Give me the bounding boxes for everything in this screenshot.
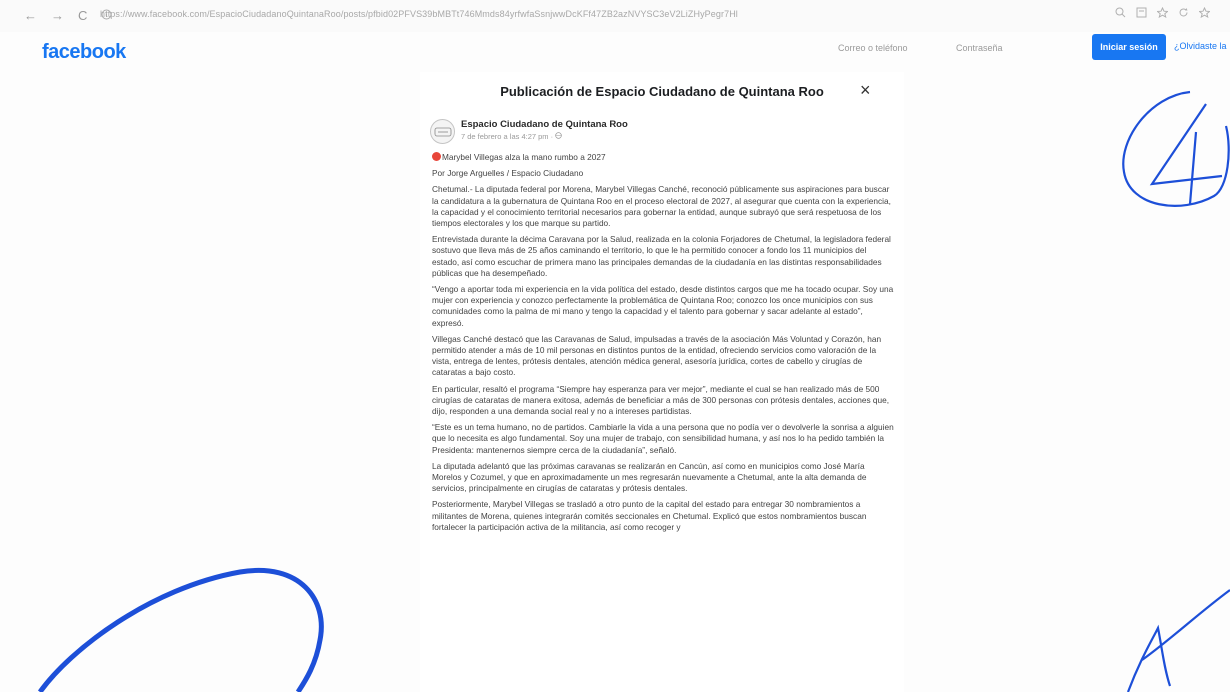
refresh-icon[interactable] <box>1178 7 1189 21</box>
post-paragraph: Villegas Canché destacó que las Caravana… <box>432 333 882 378</box>
facebook-logo[interactable]: facebook <box>42 41 126 64</box>
post-paragraph: “Vengo a aportar toda mi experiencia en … <box>432 284 894 328</box>
avatar[interactable] <box>430 119 455 144</box>
post-date[interactable]: 7 de febrero a las 4:27 pm · <box>461 132 628 141</box>
post-headline: Marybel Villegas alza la mano rumbo a 20… <box>432 152 894 163</box>
back-icon[interactable]: ← <box>24 8 37 23</box>
post-paragraph: Entrevistada durante la décima Caravana … <box>432 234 891 278</box>
bookmark-star-icon[interactable] <box>1156 6 1169 21</box>
translate-icon[interactable] <box>1136 7 1147 21</box>
close-icon[interactable]: × <box>860 80 871 100</box>
address-bar[interactable]: https://www.facebook.com/EspacioCiudadan… <box>100 9 738 19</box>
ink-arc-bottom-left <box>37 568 324 692</box>
zoom-icon[interactable] <box>1115 7 1126 21</box>
browser-toolbar: ← → C https://www.facebook.com/EspacioCi… <box>0 0 1230 32</box>
forgot-password-link[interactable]: ¿Olvidaste la <box>1174 41 1227 51</box>
headline-text: Marybel Villegas alza la mano rumbo a 20… <box>442 152 606 162</box>
post-body: Marybel Villegas alza la mano rumbo a 20… <box>432 152 894 538</box>
facebook-header: facebook Correo o teléfono Contraseña In… <box>0 32 1230 70</box>
post-paragraph: La diputada adelantó que las próximas ca… <box>432 460 867 494</box>
post-author: Espacio Ciudadano de Quintana Roo 7 de f… <box>430 119 628 144</box>
password-field[interactable]: Contraseña <box>956 43 1003 53</box>
ink-circled-number <box>1122 90 1230 207</box>
favorites-icon[interactable] <box>1198 6 1211 21</box>
browser-actions <box>1115 6 1211 21</box>
author-name[interactable]: Espacio Ciudadano de Quintana Roo <box>461 119 628 130</box>
reload-icon[interactable]: C <box>78 8 87 23</box>
post-paragraph: En particular, resaltó el programa “Siem… <box>432 383 890 417</box>
post-byline: Por Jorge Arguelles / Espacio Ciudadano <box>432 168 584 179</box>
email-field[interactable]: Correo o teléfono <box>838 43 908 53</box>
login-button[interactable]: Iniciar sesión <box>1092 34 1166 60</box>
post-paragraph: Posteriormente, Marybel Villegas se tras… <box>432 499 867 532</box>
ink-number-four <box>1149 103 1223 205</box>
post-modal: Publicación de Espacio Ciudadano de Quin… <box>420 72 904 692</box>
post-date-text: 7 de febrero a las 4:27 pm · <box>461 132 556 141</box>
modal-title: Publicación de Espacio Ciudadano de Quin… <box>500 84 824 99</box>
post-paragraph: “Este es un tema humano, no de partidos.… <box>432 422 894 455</box>
post-paragraph: Chetumal.- La diputada federal por Moren… <box>432 184 891 229</box>
red-circle-icon <box>432 152 441 161</box>
globe-icon <box>555 132 562 141</box>
forward-icon[interactable]: → <box>51 8 64 23</box>
ink-stroke-bottom-right <box>1126 589 1230 692</box>
